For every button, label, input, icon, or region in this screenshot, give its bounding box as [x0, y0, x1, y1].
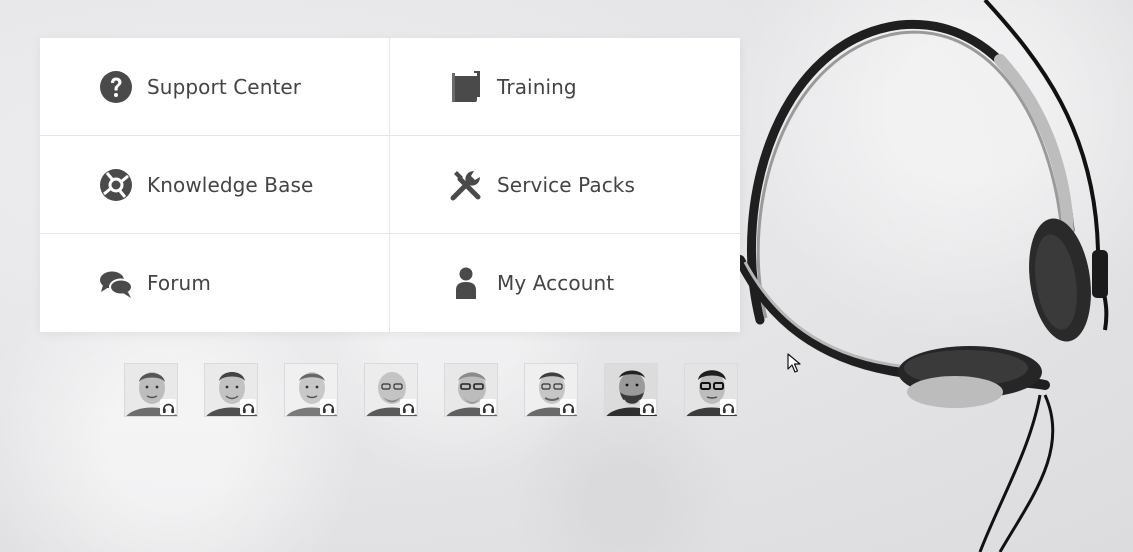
menu-item-label: Training — [497, 74, 577, 99]
headset-icon — [160, 399, 176, 415]
tools-icon — [449, 168, 483, 202]
avatar[interactable] — [204, 363, 258, 417]
mouse-cursor-icon — [787, 353, 801, 373]
headset-icon — [240, 399, 256, 415]
lifebuoy-icon — [99, 168, 133, 202]
avatar[interactable] — [284, 363, 338, 417]
support-team-avatars — [124, 363, 738, 417]
question-circle-icon — [99, 70, 133, 104]
menu-item-label: Support Center — [147, 74, 302, 99]
user-icon — [449, 266, 483, 300]
menu-item-label: Service Packs — [497, 172, 635, 197]
chat-bubbles-icon — [99, 266, 133, 300]
menu-item-label: Knowledge Base — [147, 172, 314, 197]
menu-item-label: Forum — [147, 271, 211, 295]
menu-item-label: My Account — [497, 271, 615, 295]
headset-photo — [735, 0, 1109, 552]
avatar[interactable] — [444, 363, 498, 417]
menu-item-my-account[interactable]: My Account — [390, 234, 740, 332]
headset-icon — [720, 399, 736, 415]
avatar[interactable] — [124, 363, 178, 417]
headset-icon — [560, 399, 576, 415]
headset-icon — [320, 399, 336, 415]
headset-icon — [640, 399, 656, 415]
headset-icon — [480, 399, 496, 415]
avatar[interactable] — [524, 363, 578, 417]
avatar[interactable] — [364, 363, 418, 417]
support-menu-panel: Support Center Training Knowledge Base S… — [40, 38, 740, 332]
avatar[interactable] — [604, 363, 658, 417]
menu-item-service-packs[interactable]: Service Packs — [390, 136, 740, 234]
menu-item-forum[interactable]: Forum — [40, 234, 390, 332]
headset-icon — [400, 399, 416, 415]
avatar[interactable] — [684, 363, 738, 417]
menu-item-knowledge-base[interactable]: Knowledge Base — [40, 136, 390, 234]
menu-item-training[interactable]: Training — [390, 38, 740, 136]
menu-item-support-center[interactable]: Support Center — [40, 38, 390, 136]
book-icon — [449, 70, 483, 104]
